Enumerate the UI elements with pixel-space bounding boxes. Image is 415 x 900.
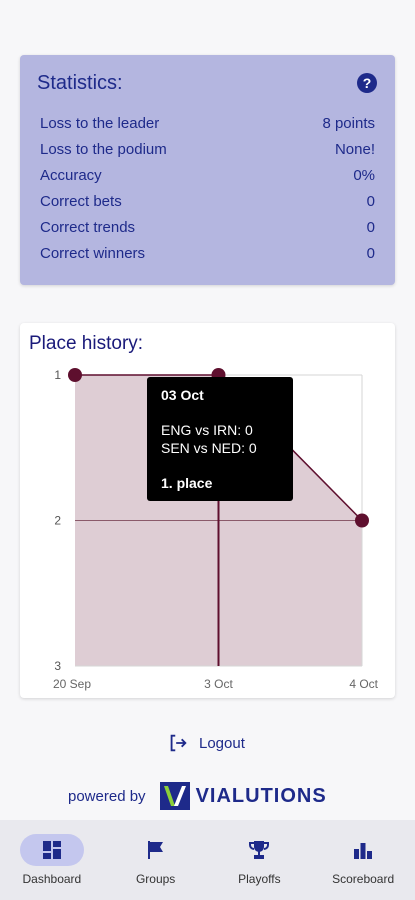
nav-label: Dashboard xyxy=(22,872,82,886)
nav-indicator xyxy=(124,834,188,866)
x-tick-label: 20 Sep xyxy=(53,677,91,691)
stat-row-loss-leader: Loss to the leader 8 points xyxy=(40,115,375,135)
powered-by-text: powered by xyxy=(68,787,146,805)
chart-point xyxy=(68,368,82,382)
logout-label: Logout xyxy=(199,734,245,752)
stat-label: Loss to the leader xyxy=(40,115,160,132)
statistics-title: Statistics: xyxy=(37,72,123,94)
x-tick-label: 4 Oct xyxy=(349,677,378,691)
stat-row-accuracy: Accuracy 0% xyxy=(40,167,375,187)
nav-indicator xyxy=(19,834,84,866)
stat-value: 0 xyxy=(366,193,375,210)
stat-label: Correct bets xyxy=(40,193,122,210)
nav-scoreboard[interactable]: Scoreboard xyxy=(313,820,413,886)
tooltip-match-line: SEN vs NED: 0 xyxy=(161,440,257,456)
stat-row-correct-trends: Correct trends 0 xyxy=(40,219,375,239)
brand-name: VIALUTIONS xyxy=(195,784,327,807)
tooltip-date: 03 Oct xyxy=(161,387,204,403)
tooltip-match-line: ENG vs IRN: 0 xyxy=(161,422,253,438)
vialutions-logo-icon xyxy=(159,782,190,810)
powered-by: powered by VIALUTIONS xyxy=(68,782,327,810)
help-icon[interactable]: ? xyxy=(357,73,377,93)
leaderboard-icon xyxy=(354,843,373,859)
stat-value: 0 xyxy=(366,219,375,236)
x-tick-label: 3 Oct xyxy=(204,677,233,691)
vialutions-logo[interactable]: VIALUTIONS xyxy=(159,782,327,810)
flag-icon xyxy=(147,841,163,859)
bottom-navigation: Dashboard Groups Playoffs Scoreboard xyxy=(0,820,415,900)
stat-row-loss-podium: Loss to the podium None! xyxy=(40,141,375,161)
place-history-card: Place history: 1 2 3 20 Sep 3 Oct 4 Oct 03 Oc… xyxy=(20,323,395,698)
y-tick-label: 3 xyxy=(54,659,61,673)
stat-label: Correct winners xyxy=(40,245,146,262)
stat-row-correct-bets: Correct bets 0 xyxy=(40,193,375,213)
stat-value: None! xyxy=(334,141,375,158)
nav-groups[interactable]: Groups xyxy=(106,820,206,886)
nav-playoffs[interactable]: Playoffs xyxy=(209,820,309,886)
logout-icon xyxy=(170,734,187,752)
logout-button[interactable]: Logout xyxy=(167,732,245,754)
trophy-icon xyxy=(249,841,270,859)
stat-value: 0 xyxy=(366,245,375,262)
dashboard-icon xyxy=(42,841,61,859)
tooltip-place: 1. place xyxy=(161,475,213,491)
stat-value: 0% xyxy=(353,167,375,184)
nav-label: Scoreboard xyxy=(332,872,395,886)
nav-indicator xyxy=(331,834,395,866)
stat-row-correct-winners: Correct winners 0 xyxy=(40,245,375,265)
nav-label: Groups xyxy=(135,872,176,886)
nav-dashboard[interactable]: Dashboard xyxy=(2,820,102,886)
nav-label: Playoffs xyxy=(238,872,281,886)
stat-label: Loss to the podium xyxy=(40,141,167,158)
nav-indicator xyxy=(227,834,291,866)
statistics-card: Statistics: ? Loss to the leader 8 point… xyxy=(20,55,395,285)
y-tick-label: 2 xyxy=(54,514,61,528)
chart-point xyxy=(355,513,369,528)
stat-value: 8 points xyxy=(322,115,375,132)
stat-label: Correct trends xyxy=(40,219,136,236)
stat-label: Accuracy xyxy=(40,167,102,184)
chart-tooltip: 03 Oct ENG vs IRN: 0 SEN vs NED: 0 1. pl… xyxy=(147,377,293,501)
y-tick-label: 1 xyxy=(54,368,61,382)
